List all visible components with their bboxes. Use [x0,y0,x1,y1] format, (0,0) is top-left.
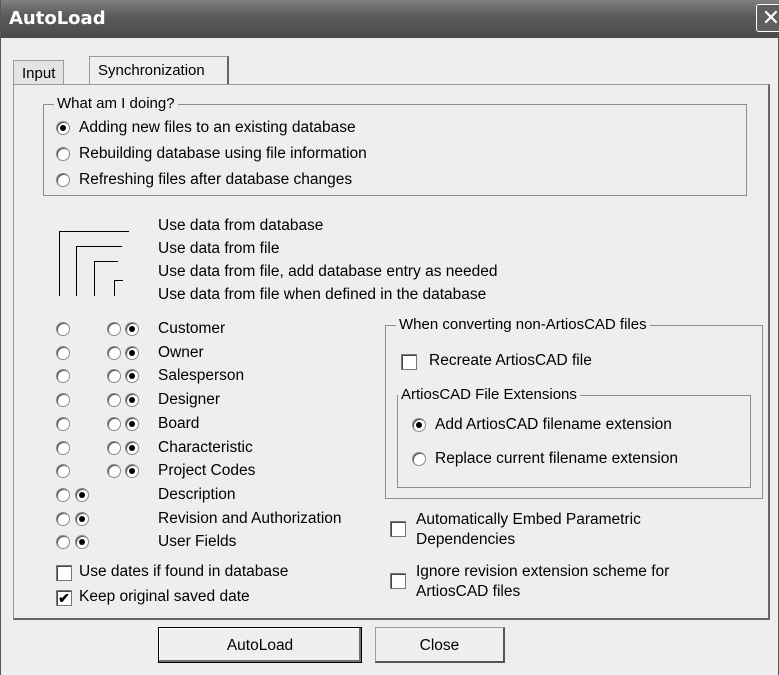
designer-label: Designer [158,391,221,409]
revision-and-authorization-label: Revision and Authorization [158,509,342,527]
customer-radio-col3[interactable] [125,322,139,336]
mode-label-refreshing: Refreshing files after database changes [79,171,353,188]
project-codes-label: Project Codes [158,462,256,480]
mode-radio-adding[interactable] [56,121,70,135]
characteristic-label: Characteristic [158,438,253,456]
legend-use-file: Use data from file [158,240,280,257]
tab-input[interactable]: Input [13,60,65,84]
embed-parametric-label-line1: Automatically Embed Parametric [416,511,641,528]
keep-saved-date-checkbox[interactable]: ✔ [56,590,72,606]
board-radio-col3[interactable] [125,416,139,431]
designer-radio-col3[interactable] [125,393,139,408]
use-dates-label: Use dates if found in database [79,563,289,580]
board-radio-col2[interactable] [107,416,121,431]
embed-parametric-checkbox[interactable] [390,521,406,537]
use-dates-checkbox[interactable] [56,565,72,581]
window-title: AutoLoad [9,8,106,29]
customer-label: Customer [158,320,226,337]
characteristic-radio-col2[interactable] [107,440,121,455]
mode-radio-refreshing[interactable] [56,173,70,187]
keep-saved-date-label: Keep original saved date [79,588,250,605]
embed-parametric-label-line2: Dependencies [416,531,516,548]
legend-use-file-add-entry: Use data from file, add database entry a… [158,263,498,280]
mode-label-adding: Adding new files to an existing database [79,119,356,136]
close-window-button[interactable]: ✕ [756,4,779,32]
mode-group-title: What am I doing? [54,95,178,112]
description-radio-col1[interactable] [75,487,89,502]
extensions-group: ArtiosCAD File Extensions [397,386,751,488]
legend-use-file-when-defined: Use data from file when defined in the d… [158,286,487,303]
replace-extension-radio[interactable] [412,452,426,466]
ignore-revision-label-line2: ArtiosCAD files [416,583,521,600]
revision-and-authorization-radio-col0[interactable] [56,511,70,526]
recreate-checkbox[interactable] [401,354,417,370]
add-extension-label: Add ArtiosCAD filename extension [435,416,672,433]
ignore-revision-label-line1: Ignore revision extension scheme for [416,563,670,580]
title-bar[interactable]: AutoLoad ✕ [1,0,779,38]
description-label: Description [158,485,236,503]
designer-radio-col2[interactable] [107,393,121,408]
description-radio-col0[interactable] [56,487,70,502]
characteristic-radio-col0[interactable] [56,440,70,455]
owner-radio-col3[interactable] [125,345,139,360]
board-label: Board [158,414,200,432]
owner-radio-col2[interactable] [107,345,121,360]
recreate-label: Recreate ArtiosCAD file [429,352,592,369]
close-button[interactable]: Close [375,627,505,663]
add-extension-radio[interactable] [412,418,426,432]
designer-radio-col0[interactable] [56,393,70,408]
mode-label-rebuilding: Rebuilding database using file informati… [79,145,367,162]
ignore-revision-checkbox[interactable] [390,573,406,589]
legend-use-database: Use data from database [158,217,324,234]
autoload-button[interactable]: AutoLoad [158,627,362,663]
tab-synchronization[interactable]: Synchronization [89,56,229,84]
mode-radio-rebuilding[interactable] [56,147,70,161]
board-radio-col0[interactable] [56,416,70,431]
owner-label: Owner [158,343,204,361]
owner-radio-col0[interactable] [56,345,70,360]
autoload-dialog: AutoLoad ✕ Input Synchronization What am… [0,0,779,675]
converting-group-title: When converting non-ArtiosCAD files [396,316,650,333]
salesperson-label: Salesperson [158,367,245,385]
revision-and-authorization-radio-col1[interactable] [75,511,89,526]
replace-extension-label: Replace current filename extension [435,450,678,467]
user-fields-label: User Fields [158,533,237,551]
characteristic-radio-col3[interactable] [125,440,139,455]
customer-radio-col0[interactable] [56,322,70,336]
extensions-group-title: ArtiosCAD File Extensions [398,386,580,403]
customer-radio-col2[interactable] [107,322,121,336]
